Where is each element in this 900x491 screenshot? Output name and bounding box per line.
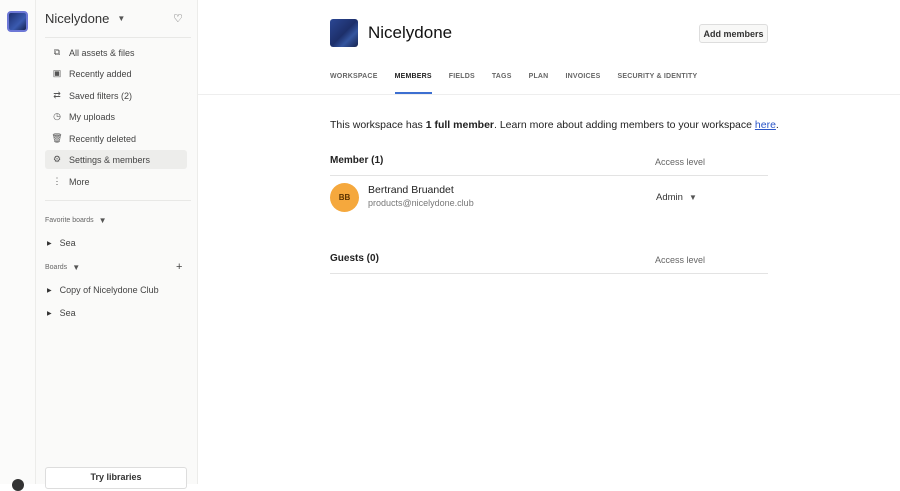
member-name: Bertrand Bruandet [368, 184, 454, 196]
page-title: Nicelydone [368, 23, 453, 42]
role-dropdown[interactable]: Admin ▼ [656, 192, 697, 203]
sidebar-item-more[interactable]: ⋮ More [45, 172, 187, 191]
chevron-down-icon: ▼ [98, 216, 107, 225]
members-summary: This workspace has 1 full member. Learn … [330, 119, 779, 131]
chevron-down-icon: ▼ [688, 193, 697, 202]
tab-fields[interactable]: FIELDS [449, 73, 475, 94]
more-icon: ⋮ [52, 176, 62, 186]
access-level-header: Access level [655, 157, 706, 167]
expand-icon[interactable]: ▶ [47, 287, 52, 294]
sidebar-item-saved-filters[interactable]: ⇄ Saved filters (2) [45, 86, 187, 105]
add-members-button[interactable]: Add members [699, 24, 768, 43]
help-icon[interactable] [12, 479, 24, 491]
tab-plan[interactable]: PLAN [529, 73, 549, 94]
try-libraries-button[interactable]: Try libraries [45, 467, 187, 489]
access-level-header: Access level [655, 255, 706, 265]
sidebar-item-all-assets[interactable]: ⧉ All assets & files [45, 43, 187, 62]
filters-icon: ⇄ [53, 90, 61, 100]
expand-icon[interactable]: ▶ [47, 310, 52, 317]
sidebar: Nicelydone ▼ ♡ ⧉ All assets & files ▣ Recen… [36, 0, 198, 489]
workspace-switcher-logo[interactable] [7, 11, 28, 32]
tab-security-identity[interactable]: SECURITY & IDENTITY [618, 73, 698, 94]
assets-icon: ⧉ [53, 47, 61, 57]
guests-heading: Guests (0) [330, 253, 379, 264]
divider [45, 37, 191, 38]
board-item[interactable]: ▶ Sea [47, 308, 76, 318]
sidebar-item-recently-added[interactable]: ▣ Recently added [45, 64, 187, 83]
board-item[interactable]: ▶ Sea [47, 238, 76, 248]
clock-icon: ◷ [53, 111, 61, 121]
settings-tabs: WORKSPACE MEMBERS FIELDS TAGS PLAN INVOI… [330, 73, 714, 94]
member-email: products@nicelydone.club [368, 198, 474, 208]
sidebar-item-settings-members[interactable]: ⚙ Settings & members [45, 150, 187, 169]
settings-main: Nicelydone Add members WORKSPACE MEMBERS… [198, 0, 900, 484]
gear-icon: ⚙ [52, 154, 62, 164]
divider [198, 94, 900, 95]
favorite-boards-toggle[interactable]: Favorite boards ▼ [45, 216, 107, 225]
boards-toggle[interactable]: Boards ▼ [45, 263, 80, 272]
workspace-menu[interactable]: Nicelydone ▼ [45, 11, 125, 26]
sidebar-item-recently-deleted[interactable]: 🗑 Recently deleted [45, 129, 187, 148]
expand-icon[interactable]: ▶ [47, 240, 52, 247]
trash-icon: 🗑 [51, 133, 63, 143]
workspace-logo [330, 19, 358, 47]
tab-tags[interactable]: TAGS [492, 73, 512, 94]
help-link[interactable]: here [755, 119, 776, 131]
workspace-rail [0, 0, 36, 491]
divider [45, 200, 191, 201]
divider [330, 175, 768, 176]
tab-workspace[interactable]: WORKSPACE [330, 73, 378, 94]
board-item[interactable]: ▶ Copy of Nicelydone Club [47, 285, 159, 295]
tab-members[interactable]: MEMBERS [394, 73, 432, 94]
add-board-icon[interactable]: + [176, 261, 182, 273]
sidebar-item-my-uploads[interactable]: ◷ My uploads [45, 107, 187, 126]
members-heading: Member (1) [330, 155, 384, 166]
recently-added-icon: ▣ [52, 68, 62, 78]
divider [330, 273, 768, 274]
tab-invoices[interactable]: INVOICES [565, 73, 600, 94]
chevron-down-icon: ▼ [117, 14, 126, 23]
avatar: BB [330, 183, 359, 212]
favorite-icon[interactable]: ♡ [173, 12, 183, 25]
chevron-down-icon: ▼ [72, 263, 81, 272]
